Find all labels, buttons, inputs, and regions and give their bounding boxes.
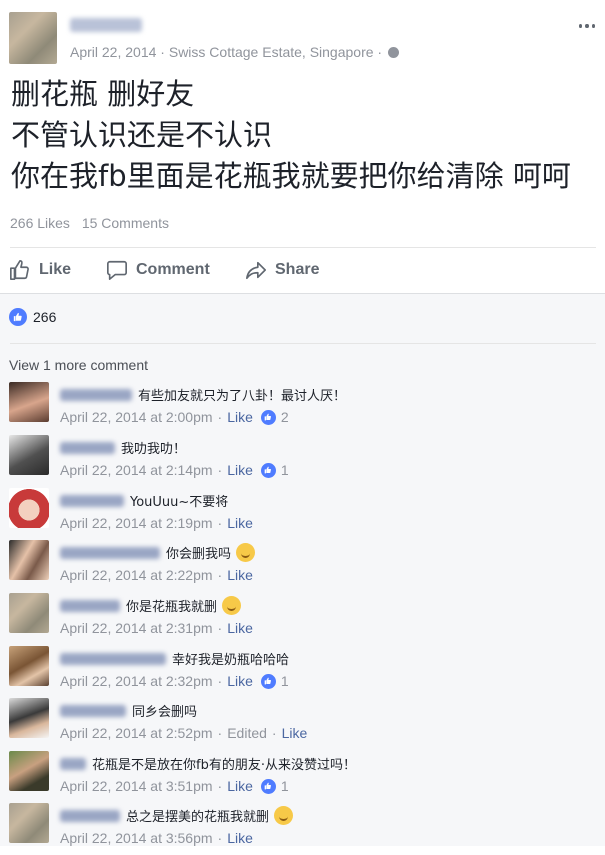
comment-button[interactable]: Comment: [106, 250, 210, 290]
more-options-icon[interactable]: [579, 16, 595, 36]
comment-text: YouUuu~不要将: [130, 495, 229, 510]
comment-item: 花瓶是不是放在你fb有的朋友·从来没赞过吗！ April 22, 2014 at…: [0, 751, 605, 803]
like-reaction-icon: [260, 673, 276, 689]
comment-time[interactable]: April 22, 2014 at 2:32pm: [60, 673, 213, 689]
commenter-name[interactable]: [60, 704, 126, 717]
commenter-name[interactable]: [60, 494, 124, 507]
share-arrow-icon: [246, 261, 266, 280]
comment-time[interactable]: April 22, 2014 at 2:19pm: [60, 515, 213, 531]
comment-item: 幸好我是奶瓶哈哈哈 April 22, 2014 at 2:32pm · Like …: [0, 646, 605, 698]
commenter-name[interactable]: [60, 441, 115, 454]
comment-like-link[interactable]: Like: [227, 673, 253, 689]
comment-like-link[interactable]: Like: [227, 515, 253, 531]
comment-time[interactable]: April 22, 2014 at 3:56pm: [60, 830, 213, 846]
commenter-avatar[interactable]: [9, 382, 49, 422]
comment-text: 总之是摆美的花瓶我就删: [126, 810, 270, 825]
comment-text: 你会删我吗: [166, 547, 232, 562]
share-button[interactable]: Share: [245, 250, 319, 290]
likes-count[interactable]: 266 Likes: [10, 215, 70, 231]
speech-bubble-icon: [107, 260, 127, 280]
commenter-name[interactable]: [60, 652, 166, 665]
commenter-avatar[interactable]: [9, 698, 49, 738]
comment-like-link[interactable]: Like: [227, 830, 253, 846]
post-text-line: 删花瓶 删好友: [11, 77, 195, 111]
comment-time[interactable]: April 22, 2014 at 2:31pm: [60, 620, 213, 636]
like-button[interactable]: Like: [9, 250, 71, 290]
commenter-avatar[interactable]: [9, 435, 49, 475]
divider: [10, 247, 596, 248]
comment-like-link[interactable]: Like: [227, 409, 253, 425]
comment-item: 你是花瓶我就删 April 22, 2014 at 2:31pm · Like: [0, 593, 605, 645]
comment-like-link[interactable]: Like: [227, 778, 253, 794]
commenter-avatar[interactable]: [9, 646, 49, 686]
post-body: 删花瓶 删好友 不管认识还是不认识 你在我fb里面是花瓶我就要把你给清除 呵呵: [11, 74, 596, 197]
post-text-line: 不管认识还是不认识: [11, 118, 273, 152]
reactions-summary[interactable]: 266: [9, 308, 56, 326]
globe-icon: [387, 47, 399, 58]
comment-time[interactable]: April 22, 2014 at 2:52pm: [60, 725, 213, 741]
post-text-line: 你在我fb里面是花瓶我就要把你给清除 呵呵: [11, 159, 571, 193]
commenter-name[interactable]: [60, 809, 120, 822]
comments-section: 266 View 1 more comment 有些加友就只为了八卦！最讨人厌！…: [0, 293, 605, 846]
comment-like-count[interactable]: 1: [260, 778, 289, 794]
commenter-name[interactable]: [60, 546, 160, 559]
comments-count[interactable]: 15 Comments: [82, 215, 169, 231]
comment-text: 花瓶是不是放在你fb有的朋友·从来没赞过吗！: [92, 758, 356, 773]
comment-like-link[interactable]: Like: [227, 462, 253, 478]
comment-like-count[interactable]: 1: [260, 462, 289, 478]
comment-time[interactable]: April 22, 2014 at 2:00pm: [60, 409, 213, 425]
comment-time[interactable]: April 22, 2014 at 3:51pm: [60, 778, 213, 794]
action-bar: Like Comment Share: [0, 250, 605, 290]
commenter-avatar[interactable]: [9, 540, 49, 580]
post-meta: April 22, 2014 · Swiss Cottage Estate, S…: [70, 44, 399, 60]
divider: [10, 343, 596, 344]
post-location[interactable]: Swiss Cottage Estate, Singapore: [169, 44, 374, 60]
comment-text: 你是花瓶我就删: [126, 600, 218, 615]
kissing-face-emoji-icon: [236, 543, 256, 562]
commenter-avatar[interactable]: [9, 593, 49, 633]
comment-text: 有些加友就只为了八卦！最讨人厌！: [138, 389, 347, 404]
comment-text: 幸好我是奶瓶哈哈哈: [172, 653, 290, 668]
comment-time[interactable]: April 22, 2014 at 2:14pm: [60, 462, 213, 478]
commenter-name[interactable]: [60, 599, 120, 612]
comment-like-link[interactable]: Like: [227, 620, 253, 636]
like-reaction-icon: [260, 409, 276, 425]
comment-like-link[interactable]: Like: [282, 725, 308, 741]
post-header: April 22, 2014 · Swiss Cottage Estate, S…: [0, 0, 605, 70]
smiling-face-emoji-icon: [274, 806, 294, 825]
comment-item: 总之是摆美的花瓶我就删 April 22, 2014 at 3:56pm · Lik…: [0, 803, 605, 855]
comment-like-count[interactable]: 1: [260, 673, 289, 689]
like-reaction-icon: [260, 462, 276, 478]
thumbs-up-icon: [10, 260, 29, 280]
view-more-comments-link[interactable]: View 1 more comment: [9, 357, 148, 373]
edited-label[interactable]: Edited: [227, 725, 267, 741]
commenter-avatar[interactable]: [9, 488, 49, 528]
comment-item: 同乡会删吗 April 22, 2014 at 2:52pm · Edited · Li…: [0, 698, 605, 750]
author-name[interactable]: [70, 18, 142, 32]
comment-like-count[interactable]: 2: [260, 409, 289, 425]
comment-like-link[interactable]: Like: [227, 567, 253, 583]
commenter-avatar[interactable]: [9, 803, 49, 843]
comment-item: 有些加友就只为了八卦！最讨人厌！ April 22, 2014 at 2:00p…: [0, 382, 605, 434]
smiling-face-emoji-icon: [222, 596, 242, 615]
post-date[interactable]: April 22, 2014: [70, 44, 156, 60]
comment-text: 我叻我叻！: [121, 442, 187, 457]
commenter-name[interactable]: [60, 388, 132, 401]
comment-time[interactable]: April 22, 2014 at 2:22pm: [60, 567, 213, 583]
author-avatar[interactable]: [9, 12, 57, 64]
comment-item: 我叻我叻！ April 22, 2014 at 2:14pm · Like 1: [0, 435, 605, 487]
comment-item: YouUuu~不要将 April 22, 2014 at 2:19pm · Like: [0, 488, 605, 540]
commenter-name[interactable]: [60, 757, 86, 770]
comment-item: 你会删我吗 April 22, 2014 at 2:22pm · Like: [0, 540, 605, 592]
commenter-avatar[interactable]: [9, 751, 49, 791]
like-reaction-icon: [9, 308, 27, 326]
like-reaction-icon: [260, 778, 276, 794]
comment-text: 同乡会删吗: [132, 705, 198, 720]
post-stats: 266 Likes 15 Comments: [10, 215, 177, 231]
